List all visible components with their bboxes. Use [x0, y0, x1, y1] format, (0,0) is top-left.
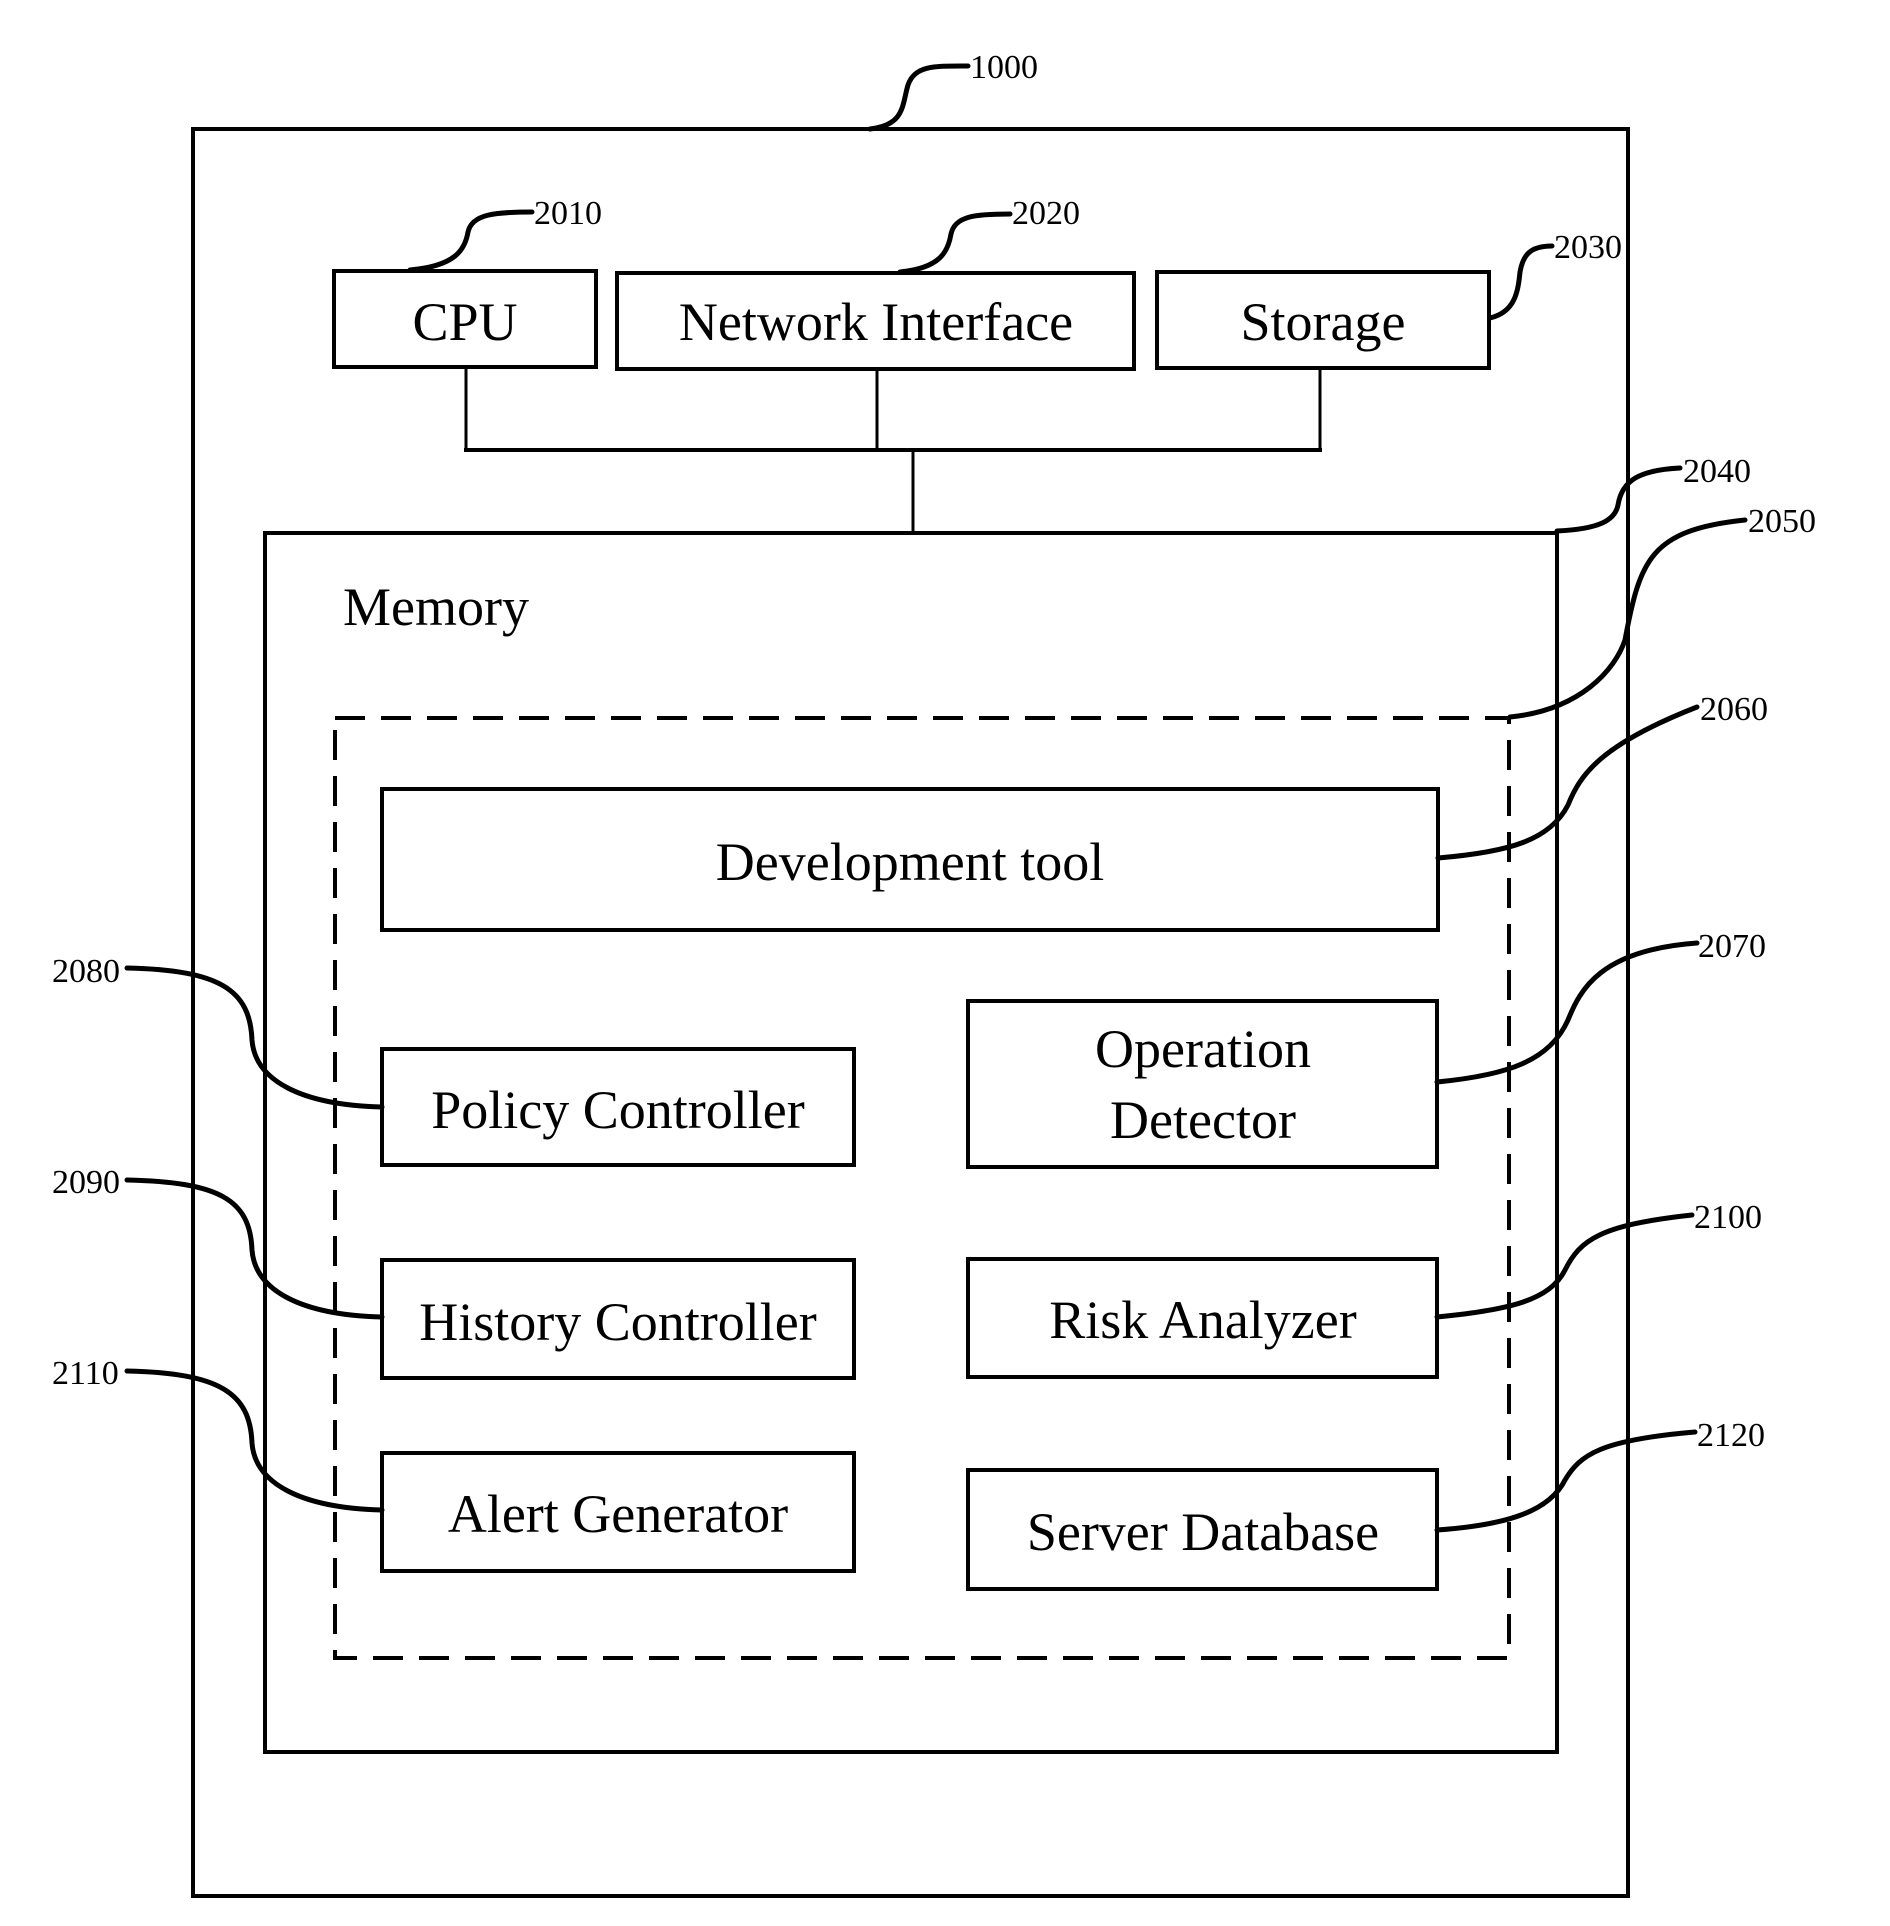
system-block-diagram: 1000 CPU 2010 Network Interface 2020 Sto…: [52, 49, 1816, 1898]
operation-detector-label-line1: Operation: [1095, 1019, 1311, 1079]
ref-2080: 2080: [52, 953, 120, 990]
network-interface-label: Network Interface: [679, 292, 1073, 352]
risk-analyzer-label: Risk Analyzer: [1049, 1290, 1356, 1350]
ref-2100: 2100: [1694, 1199, 1762, 1236]
ref-2110: 2110: [52, 1355, 119, 1392]
operation-detector-label-line2: Detector: [1110, 1090, 1296, 1150]
memory-label: Memory: [343, 577, 529, 637]
ref-2120: 2120: [1697, 1417, 1765, 1454]
ref-2030: 2030: [1554, 229, 1622, 266]
ref-2050: 2050: [1748, 503, 1816, 540]
ref-2040: 2040: [1683, 453, 1751, 490]
alert-generator-label: Alert Generator: [448, 1484, 788, 1544]
storage-label: Storage: [1241, 292, 1406, 352]
leader-1000: [867, 63, 971, 132]
server-database-label: Server Database: [1027, 1502, 1379, 1562]
ref-1000: 1000: [970, 49, 1038, 86]
cpu-label: CPU: [412, 292, 517, 352]
ref-2070: 2070: [1698, 928, 1766, 965]
ref-2020: 2020: [1012, 195, 1080, 232]
policy-controller-label: Policy Controller: [431, 1080, 804, 1140]
development-tool-label: Development tool: [716, 832, 1104, 892]
ref-2060: 2060: [1700, 691, 1768, 728]
ref-2010: 2010: [534, 195, 602, 232]
history-controller-label: History Controller: [419, 1292, 816, 1352]
ref-2090: 2090: [52, 1164, 120, 1201]
